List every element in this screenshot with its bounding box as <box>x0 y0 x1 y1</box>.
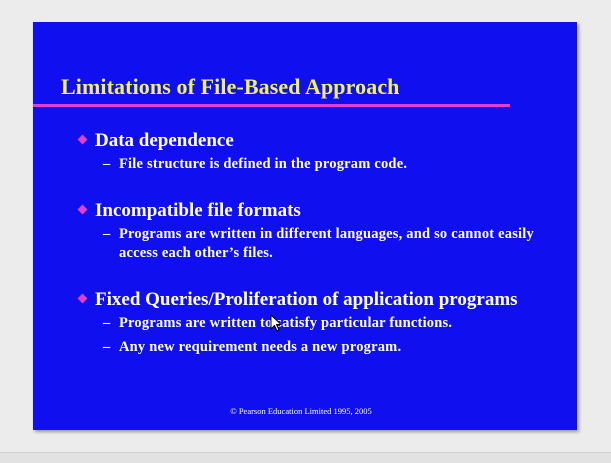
bullet-heading: Fixed Queries/Proliferation of applicati… <box>95 289 518 310</box>
mouse-cursor-icon <box>270 314 282 332</box>
bullet-heading: Data dependence <box>95 130 234 151</box>
title-underline <box>33 104 510 107</box>
slide-title: Limitations of File-Based Approach <box>61 74 400 99</box>
dash-marker: – <box>103 156 111 172</box>
dash-marker: – <box>103 226 111 242</box>
window-bottom-strip <box>0 452 611 463</box>
bullet-fixed-queries: Fixed Queries/Proliferation of applicati… <box>77 288 547 357</box>
bullet-data-dependence: Data dependence – File structure is defi… <box>77 129 547 174</box>
diamond-bullet-icon <box>77 204 88 215</box>
bullet-heading: Incompatible file formats <box>95 200 301 221</box>
copyright-footer: © Pearson Education Limited 1995, 2005 <box>230 406 372 416</box>
slide: Limitations of File-Based Approach Data … <box>33 22 577 430</box>
dash-marker: – <box>103 339 111 355</box>
sub-bullet-text: File structure is defined in the program… <box>119 156 408 172</box>
sub-bullet-text: Programs are written in different langua… <box>119 226 534 261</box>
sub-bullet-text: Any new requirement needs a new program. <box>119 339 402 355</box>
diamond-bullet-icon <box>77 134 88 145</box>
sub-bullet-text: Programs are written to satisfy particul… <box>119 315 453 331</box>
dash-marker: – <box>103 315 111 331</box>
diamond-bullet-icon <box>77 293 88 304</box>
bullet-incompatible-file-formats: Incompatible file formats – Programs are… <box>77 199 547 263</box>
